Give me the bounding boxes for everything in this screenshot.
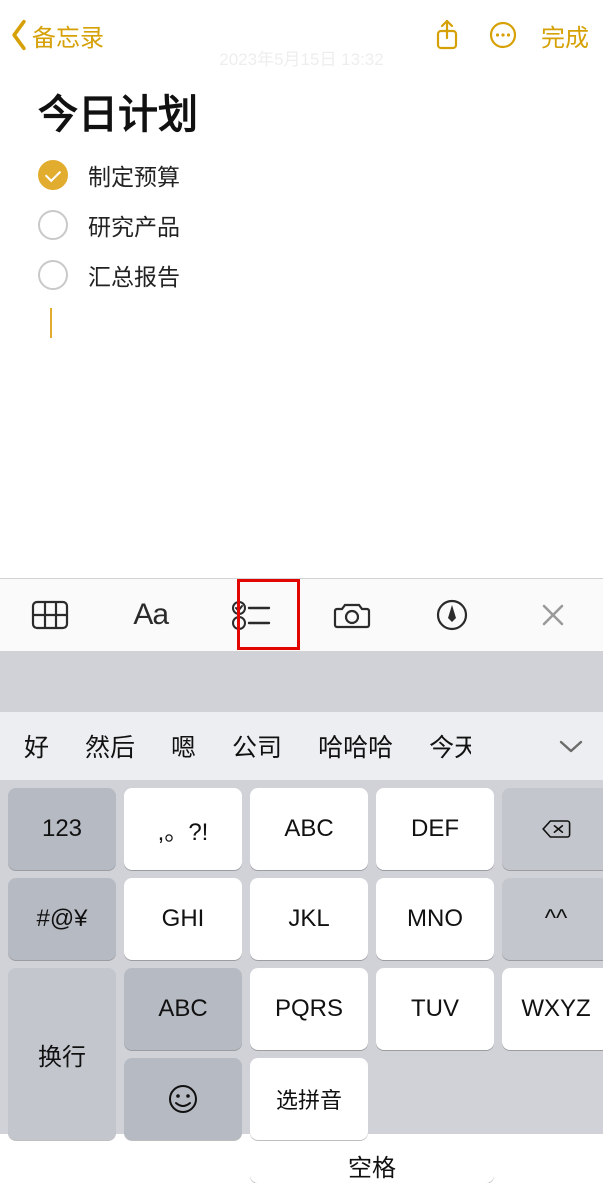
camera-button[interactable] [302, 579, 403, 651]
close-icon [540, 602, 566, 628]
keyboard-gap [0, 652, 603, 712]
more-button[interactable] [475, 13, 531, 57]
key-symbols[interactable]: #@¥ [8, 878, 116, 960]
key-wxyz[interactable]: WXYZ [502, 968, 603, 1050]
key-123[interactable]: 123 [8, 788, 116, 870]
chevron-down-icon [558, 738, 584, 754]
checklist-item[interactable]: 研究产品 [38, 208, 565, 242]
suggestion[interactable]: 今天 [415, 728, 471, 764]
checklist-label[interactable]: 制定预算 [88, 158, 180, 192]
key-abc[interactable]: ABC [250, 788, 368, 870]
emoji-icon [167, 1083, 199, 1115]
note-body[interactable]: 今日计划 制定预算 研究产品 汇总报告 [0, 70, 603, 338]
checklist-icon [231, 599, 271, 631]
table-button[interactable] [0, 579, 101, 651]
key-ghi[interactable]: GHI [124, 878, 242, 960]
text-cursor [50, 308, 52, 338]
back-button[interactable]: 备忘录 [8, 18, 104, 53]
key-punct[interactable]: ,。?! [124, 788, 242, 870]
back-label: 备忘录 [32, 18, 104, 53]
suggestion-bar: 好 然后 嗯 公司 哈哈哈 今天 [0, 712, 603, 780]
checkbox-checked-icon[interactable] [38, 160, 68, 190]
markup-pen-icon [435, 598, 469, 632]
chevron-left-icon [8, 18, 30, 52]
checkbox-empty-icon[interactable] [38, 260, 68, 290]
keyboard: 123 ,。?! ABC DEF #@¥ GHI JKL MNO ^^ ABC … [0, 780, 603, 1134]
key-jkl[interactable]: JKL [250, 878, 368, 960]
markup-button[interactable] [402, 579, 503, 651]
checklist-label[interactable]: 研究产品 [88, 208, 180, 242]
key-select-pinyin[interactable]: 选拼音 [250, 1058, 368, 1140]
key-abc-mode[interactable]: ABC [124, 968, 242, 1050]
table-icon [31, 600, 69, 630]
close-toolbar-button[interactable] [503, 579, 603, 651]
done-button[interactable]: 完成 [531, 18, 589, 53]
suggestion[interactable]: 公司 [218, 728, 296, 764]
expand-suggestions-button[interactable] [549, 724, 593, 768]
key-emoji[interactable] [124, 1058, 242, 1140]
camera-icon [333, 600, 371, 630]
key-space[interactable]: 空格 [250, 1148, 494, 1183]
checklist-label[interactable]: 汇总报告 [88, 258, 180, 292]
note-title[interactable]: 今日计划 [38, 82, 565, 140]
share-icon [433, 18, 461, 52]
key-kaomoji[interactable]: ^^ [502, 878, 603, 960]
checklist-button[interactable] [201, 579, 302, 651]
key-backspace[interactable] [502, 788, 603, 870]
key-def[interactable]: DEF [376, 788, 494, 870]
format-toolbar: Aa [0, 578, 603, 652]
key-tuv[interactable]: TUV [376, 968, 494, 1050]
checklist-item[interactable]: 制定预算 [38, 158, 565, 192]
key-pqrs[interactable]: PQRS [250, 968, 368, 1050]
suggestion[interactable]: 嗯 [157, 728, 210, 764]
suggestion[interactable]: 哈哈哈 [304, 728, 407, 764]
top-nav: 备忘录 完成 [0, 0, 603, 70]
ellipsis-circle-icon [488, 20, 518, 50]
text-format-button[interactable]: Aa [101, 579, 202, 651]
checklist-item[interactable]: 汇总报告 [38, 258, 565, 292]
suggestion[interactable]: 好 [10, 728, 63, 764]
share-button[interactable] [419, 13, 475, 57]
key-mno[interactable]: MNO [376, 878, 494, 960]
suggestion[interactable]: 然后 [71, 728, 149, 764]
checkbox-empty-icon[interactable] [38, 210, 68, 240]
key-return[interactable]: 换行 [8, 968, 116, 1140]
backspace-icon [540, 813, 572, 845]
